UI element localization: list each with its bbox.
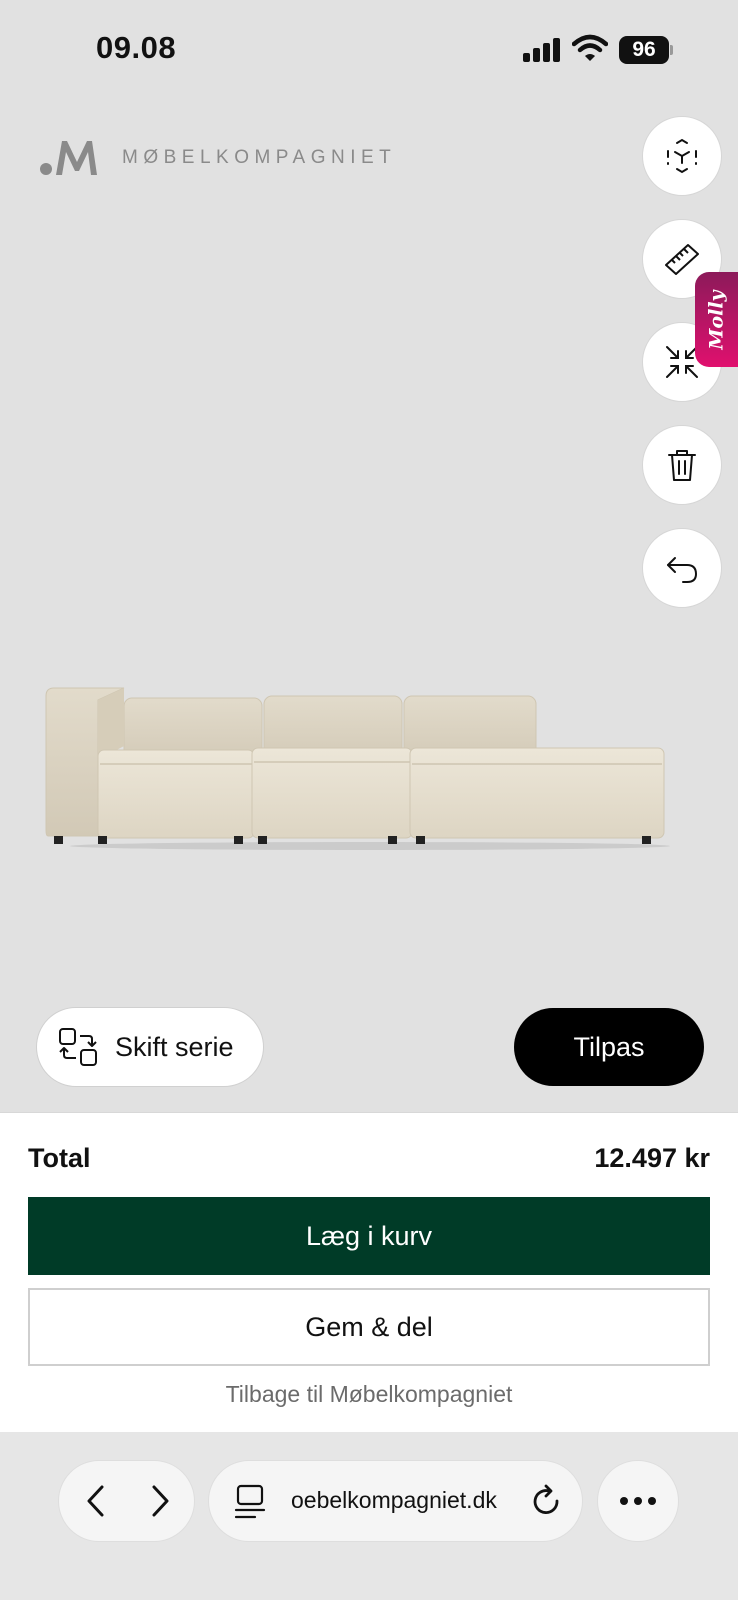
total-label: Total — [28, 1143, 91, 1173]
add-to-cart-button[interactable]: Læg i kurv — [28, 1197, 710, 1275]
total-price: 12.497 kr — [594, 1143, 710, 1173]
reader-mode-icon[interactable] — [233, 1483, 267, 1521]
status-time: 09.08 — [96, 30, 177, 65]
back-arrow-icon[interactable] — [77, 1481, 117, 1521]
address-bar[interactable]: oebelkompagniet.dk — [208, 1460, 583, 1542]
more-dots-icon — [620, 1497, 656, 1505]
wifi-icon — [572, 34, 608, 61]
url-text: oebelkompagniet.dk — [291, 1487, 497, 1513]
status-bar: 09.08 96 — [0, 0, 738, 100]
battery-indicator: 96 — [619, 36, 673, 64]
browser-toolbar: oebelkompagniet.dk — [0, 1432, 738, 1600]
navigation-controls — [58, 1460, 195, 1542]
brand-name: MØBELKOMPAGNIET — [122, 147, 397, 168]
cellular-signal-icon — [523, 38, 563, 62]
forward-arrow-icon[interactable] — [139, 1481, 179, 1521]
switch-icon — [59, 1028, 97, 1066]
more-options-button[interactable] — [597, 1460, 679, 1542]
brand-mark-icon — [40, 141, 97, 175]
switch-series-label: Skift serie — [115, 1031, 234, 1062]
undo-button[interactable] — [642, 528, 722, 608]
summary-panel: Total 12.497 kr Læg i kurv Gem & del Til… — [0, 1112, 738, 1432]
molly-chat-tab[interactable]: Molly — [695, 272, 738, 367]
trash-icon — [668, 450, 696, 481]
back-to-store-link[interactable]: Tilbage til Møbelkompagniet — [0, 1381, 738, 1408]
brand-logo[interactable]: MØBELKOMPAGNIET — [40, 138, 396, 178]
save-share-button[interactable]: Gem & del — [28, 1288, 710, 1366]
ar-view-button[interactable] — [642, 116, 722, 196]
reload-icon[interactable] — [529, 1483, 565, 1521]
sofa-product-image — [45, 687, 670, 850]
molly-label: Molly — [705, 289, 728, 350]
switch-series-button[interactable]: Skift serie — [36, 1007, 264, 1087]
delete-button[interactable] — [642, 425, 722, 505]
battery-level: 96 — [619, 36, 669, 64]
undo-icon — [667, 557, 697, 583]
ruler-icon — [665, 244, 699, 275]
customize-button[interactable]: Tilpas — [514, 1008, 704, 1086]
ar-view-icon — [667, 138, 697, 174]
